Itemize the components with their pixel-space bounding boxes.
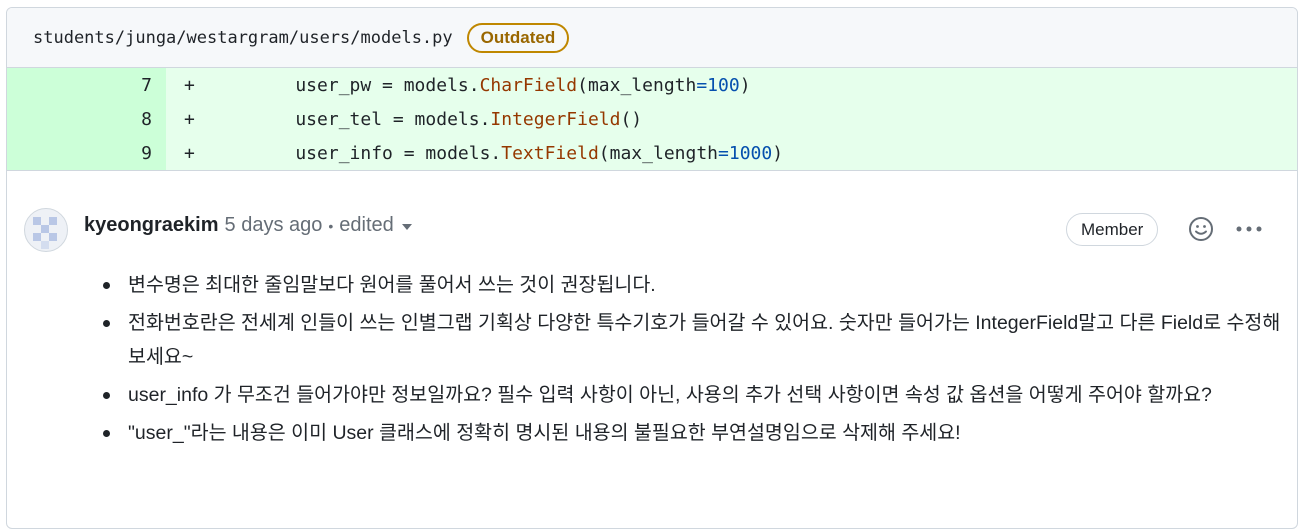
smiley-icon: [1189, 217, 1213, 241]
line-number[interactable]: 8: [7, 102, 166, 136]
diff-addition-marker: +: [184, 142, 195, 164]
comment-list-item: 변수명은 최대한 줄임말보다 원어를 풀어서 쓰는 것이 권장됩니다.: [103, 268, 1298, 302]
diff-hunk: 7 + user_pw = models.CharField(max_length…: [7, 68, 1297, 171]
code-line: user_info = models.TextField(max_length=…: [252, 143, 783, 164]
comment-timestamp[interactable]: 5 days ago: [225, 214, 323, 237]
code-token: =1000: [718, 142, 773, 164]
comment-list-item: 전화번호란은 전세계 인들이 쓰는 인별그랩 기획상 다양한 특수기호가 들어갈…: [103, 306, 1298, 374]
member-badge: Member: [1066, 213, 1159, 246]
diff-line[interactable]: 7 + user_pw = models.CharField(max_length…: [7, 68, 1297, 102]
code-line: user_tel = models.IntegerField(): [252, 109, 642, 130]
code-token: (max_length: [577, 74, 697, 96]
outdated-badge: Outdated: [466, 22, 570, 53]
file-path-link[interactable]: students/junga/westargram/users/models.p…: [33, 28, 453, 48]
code-token: ): [772, 142, 784, 164]
code-line: user_pw = models.CharField(max_length=10…: [252, 74, 751, 96]
comment-list-item: "user_"라는 내용은 이미 User 클래스에 정확히 명시된 내용의 불…: [103, 416, 1298, 450]
code-token: user_tel = models.: [252, 108, 491, 130]
add-reaction-button[interactable]: [1186, 214, 1216, 244]
code-token: =100: [696, 74, 740, 96]
comment-list-item: user_info 가 무조건 들어가야만 정보일까요? 필수 입력 사항이 아…: [103, 378, 1298, 412]
code-token: user_pw = models.: [252, 74, 480, 96]
comment-body: 변수명은 최대한 줄임말보다 원어를 풀어서 쓰는 것이 권장됩니다. 전화번호란…: [96, 268, 1298, 454]
line-number[interactable]: 9: [7, 136, 166, 170]
meta-separator: •: [328, 217, 334, 234]
diff-line[interactable]: 9 + user_info = models.TextField(max_leng…: [7, 136, 1297, 170]
code-token: TextField: [501, 142, 599, 164]
diff-addition-marker: +: [184, 74, 195, 96]
edited-dropdown[interactable]: edited: [339, 214, 412, 237]
code-token: (): [620, 108, 643, 130]
avatar[interactable]: [24, 208, 68, 252]
code-token: CharField: [479, 74, 578, 96]
line-number[interactable]: 7: [7, 68, 166, 102]
kebab-horizontal-icon: [1236, 226, 1262, 232]
diff-line[interactable]: 8 + user_tel = models.IntegerField(): [7, 102, 1297, 136]
caret-down-icon: [401, 223, 412, 230]
more-options-button[interactable]: [1234, 214, 1264, 244]
comment-meta: kyeongraekim 5 days ago • edited: [84, 214, 412, 237]
code-token: user_info = models.: [252, 142, 502, 164]
diff-addition-marker: +: [184, 108, 195, 130]
code-token: ): [739, 74, 751, 96]
edited-label: edited: [339, 214, 394, 236]
author-link[interactable]: kyeongraekim: [84, 214, 219, 237]
code-token: IntegerField: [490, 108, 621, 130]
file-header: students/junga/westargram/users/models.p…: [7, 8, 1297, 68]
code-token: (max_length: [598, 142, 719, 164]
